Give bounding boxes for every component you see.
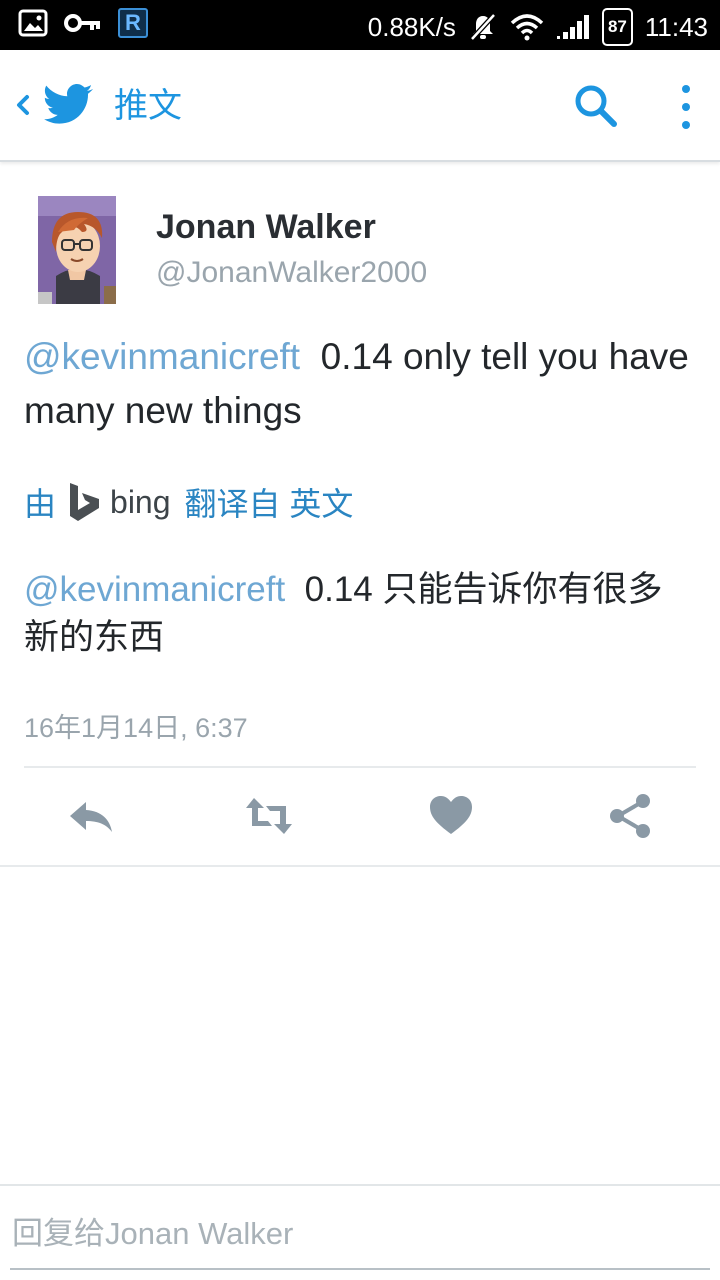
network-speed: 0.88K/s <box>367 12 456 42</box>
clock: 11:43 <box>644 12 708 42</box>
translation-attribution[interactable]: 由 bing 翻译自 英文 <box>24 480 353 524</box>
avatar-cartoon-image <box>38 196 116 304</box>
wifi-icon <box>510 14 544 41</box>
tweet-text: @kevinmanicreft 0.14 only tell you have … <box>24 330 694 438</box>
notifications-off-icon <box>470 13 496 41</box>
author-name[interactable]: Jonan Walker <box>156 208 376 247</box>
r-app-icon: R <box>118 8 148 38</box>
divider <box>24 766 696 768</box>
reply-bar <box>0 1184 720 1280</box>
more-options-icon[interactable] <box>670 80 702 134</box>
tweet-timestamp: 16年1月14日, 6:37 <box>24 713 248 743</box>
translated-tweet-text: @kevinmanicreft 0.14 只能告诉你有很多新的东西 <box>24 566 694 662</box>
translated-from-label: 翻译自 英文 <box>184 486 354 522</box>
share-icon[interactable] <box>606 792 656 840</box>
divider <box>0 865 720 867</box>
bing-label: bing <box>110 483 171 520</box>
app-header: 推文 <box>0 50 720 162</box>
battery-indicator: 87 <box>601 8 633 46</box>
bing-logo-icon <box>70 483 100 521</box>
twitter-bird-icon[interactable] <box>44 84 94 126</box>
back-chevron-icon[interactable] <box>10 80 36 130</box>
status-left-icons: R <box>18 8 148 38</box>
status-right: 0.88K/s 87 11:43 <box>368 8 708 46</box>
image-notification-icon <box>18 9 48 37</box>
retweet-icon[interactable] <box>244 792 294 840</box>
reply-icon[interactable] <box>66 792 116 840</box>
search-icon[interactable] <box>570 80 622 132</box>
reply-input-underline <box>10 1268 710 1270</box>
status-bar: R 0.88K/s 87 11:43 <box>0 0 720 50</box>
mention-link[interactable]: @kevinmanicreft <box>24 336 300 377</box>
like-heart-icon[interactable] <box>426 792 476 840</box>
avatar[interactable] <box>38 196 116 304</box>
key-icon <box>64 14 100 32</box>
author-handle[interactable]: @JonanWalker2000 <box>156 256 427 290</box>
reply-input[interactable] <box>12 1212 708 1256</box>
page-title: 推文 <box>114 86 182 126</box>
signal-icon <box>556 15 589 39</box>
translated-mention-link[interactable]: @kevinmanicreft <box>24 570 285 609</box>
translated-by-label: 由 <box>24 486 57 522</box>
